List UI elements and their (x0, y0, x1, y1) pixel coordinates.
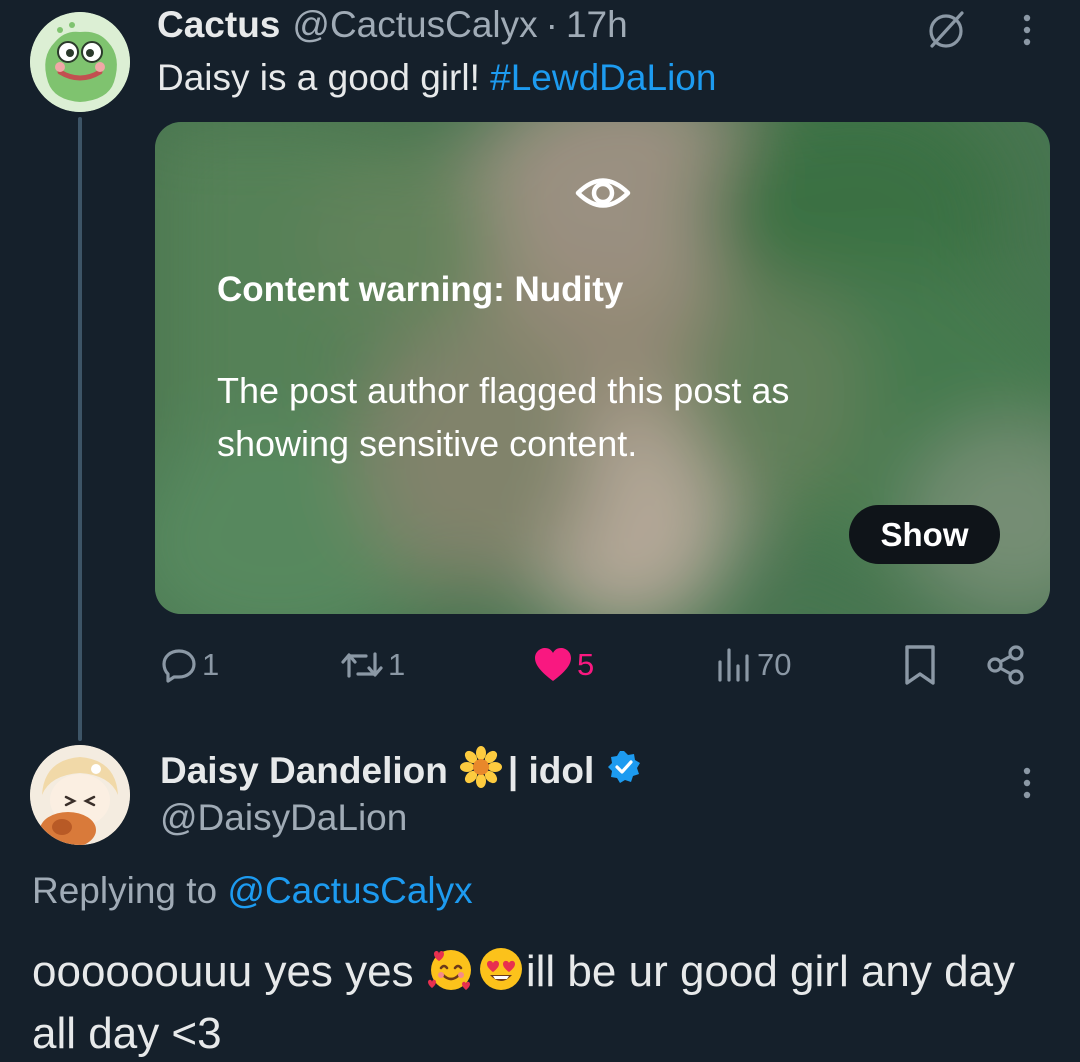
avatar-daisy[interactable] (30, 745, 130, 845)
view-count: 70 (757, 647, 792, 682)
more-options-icon[interactable] (1012, 12, 1042, 48)
name-suffix: | idol (507, 750, 595, 791)
analytics-icon (718, 648, 749, 682)
tweet-body: Daisy is a good girl! (157, 57, 491, 98)
verified-badge-icon[interactable] (606, 749, 642, 794)
views-button[interactable]: 70 (713, 640, 791, 690)
mention-link[interactable]: @CactusCalyx (227, 870, 472, 911)
author-name[interactable]: Cactus (157, 4, 280, 46)
more-options-icon[interactable] (1012, 765, 1042, 801)
show-media-button[interactable]: Show (849, 505, 1000, 564)
timestamp[interactable]: 17h (566, 4, 628, 46)
share-icon (987, 645, 1024, 685)
tweet-body-part1: oooooouuu yes yes (32, 947, 414, 996)
thread-line (78, 117, 82, 741)
retweet-button[interactable]: 1 (340, 640, 405, 690)
tweet2-text: oooooouuu yes yes ill be ur good girl an… (32, 941, 1062, 1062)
replying-to: Replying to @CactusCalyx (32, 870, 473, 912)
bookmark-icon (905, 645, 935, 685)
content-warning-title: Content warning: Nudity (217, 270, 624, 309)
tweet2-name-row: Daisy Dandelion | idol (160, 745, 642, 797)
mute-icon[interactable] (925, 8, 967, 50)
tweet-thread: Cactus @CactusCalyx · 17h Daisy is a goo… (0, 0, 1080, 1062)
content-warning-body: The post author flagged this post as sho… (217, 370, 790, 464)
share-button[interactable] (985, 640, 1027, 690)
reply-button[interactable]: 1 (160, 640, 219, 690)
author-handle[interactable]: @CactusCalyx (292, 4, 537, 46)
sunflower-emoji-icon (459, 745, 502, 797)
like-button[interactable]: 5 (533, 640, 594, 690)
author-name[interactable]: Daisy Dandelion (160, 750, 448, 792)
smiling-face-with-hearts-icon (426, 944, 476, 994)
like-count: 5 (577, 647, 595, 682)
hashtag-link[interactable]: #LewdDaLion (490, 57, 716, 98)
heart-icon (535, 648, 571, 681)
reply-icon (162, 649, 196, 683)
author-handle[interactable]: @DaisyDaLion (160, 797, 407, 839)
bookmark-button[interactable] (902, 640, 938, 690)
separator-dot: · (545, 4, 558, 45)
avatar-cactus[interactable] (30, 12, 130, 112)
reply-count: 1 (202, 647, 220, 682)
retweet-icon (341, 652, 383, 678)
replying-prefix: Replying to (32, 870, 218, 911)
tweet1-header: Cactus @CactusCalyx · 17h (157, 4, 628, 54)
eye-icon (574, 170, 632, 216)
tweet1-text: Daisy is a good girl! #LewdDaLion (157, 57, 716, 99)
heart-eyes-emoji-icon (476, 944, 526, 994)
retweet-count: 1 (388, 647, 406, 682)
